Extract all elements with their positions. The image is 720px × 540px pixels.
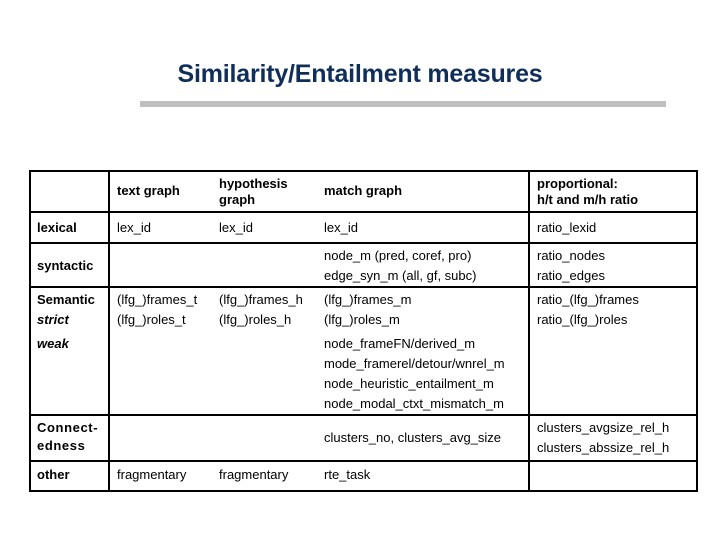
row-label-other: other bbox=[37, 467, 70, 482]
cell-semantic-text-graph-2: (lfg_)roles_t bbox=[117, 312, 186, 327]
cell-semantic-hypothesis-graph-1: (lfg_)frames_h bbox=[219, 292, 303, 307]
header-text-graph: text graph bbox=[117, 183, 180, 198]
row-divider bbox=[29, 242, 698, 244]
cell-semantic-match-graph-strict-1: (lfg_)frames_m bbox=[324, 292, 412, 307]
cell-syntactic-match-graph-2: edge_syn_m (all, gf, subc) bbox=[324, 268, 477, 283]
cell-semantic-proportional-1: ratio_(lfg_)frames bbox=[537, 292, 639, 307]
row-label-syntactic: syntactic bbox=[37, 258, 94, 273]
cell-other-match-graph: rte_task bbox=[324, 467, 371, 482]
header-hypothesis-graph-line2: graph bbox=[219, 192, 256, 207]
header-match-graph: match graph bbox=[324, 183, 403, 198]
cell-lexical-proportional: ratio_lexid bbox=[537, 220, 597, 235]
cell-lexical-hypothesis-graph: lex_id bbox=[219, 220, 253, 235]
column-divider bbox=[528, 170, 530, 492]
row-label-connectedness-2: edness bbox=[37, 438, 86, 453]
row-label-semantic: Semantic bbox=[37, 292, 95, 307]
row-divider bbox=[29, 211, 698, 213]
cell-semantic-match-graph-strict-2: (lfg_)roles_m bbox=[324, 312, 400, 327]
row-label-lexical: lexical bbox=[37, 220, 77, 235]
row-sublabel-weak: weak bbox=[37, 336, 69, 351]
cell-semantic-match-graph-weak-2: mode_framerel/detour/wnrel_m bbox=[324, 356, 505, 371]
row-divider bbox=[29, 414, 698, 416]
cell-semantic-hypothesis-graph-2: (lfg_)roles_h bbox=[219, 312, 292, 327]
cell-semantic-proportional-2: ratio_(lfg_)roles bbox=[537, 312, 628, 327]
cell-connectedness-proportional-1: clusters_avgsize_rel_h bbox=[537, 420, 670, 435]
row-divider bbox=[29, 460, 698, 462]
cell-syntactic-match-graph-1: node_m (pred, coref, pro) bbox=[324, 248, 472, 263]
cell-semantic-match-graph-weak-4: node_modal_ctxt_mismatch_m bbox=[324, 396, 504, 411]
cell-syntactic-proportional-1: ratio_nodes bbox=[537, 248, 605, 263]
cell-semantic-match-graph-weak-1: node_frameFN/derived_m bbox=[324, 336, 476, 351]
cell-semantic-text-graph-1: (lfg_)frames_t bbox=[117, 292, 198, 307]
cell-lexical-text-graph: lex_id bbox=[117, 220, 151, 235]
cell-connectedness-proportional-2: clusters_abssize_rel_h bbox=[537, 440, 670, 455]
column-divider bbox=[108, 170, 110, 492]
header-proportional-line1: proportional: bbox=[537, 176, 618, 191]
cell-other-hypothesis-graph: fragmentary bbox=[219, 467, 289, 482]
row-divider bbox=[29, 286, 698, 288]
slide-title: Similarity/Entailment measures bbox=[177, 60, 543, 88]
cell-connectedness-match-graph: clusters_no, clusters_avg_size bbox=[324, 430, 502, 445]
cell-lexical-match-graph: lex_id bbox=[324, 220, 358, 235]
cell-syntactic-proportional-2: ratio_edges bbox=[537, 268, 605, 283]
title-underline bbox=[140, 101, 666, 107]
row-sublabel-strict: strict bbox=[37, 312, 69, 327]
header-hypothesis-graph-line1: hypothesis bbox=[219, 176, 288, 191]
cell-other-text-graph: fragmentary bbox=[117, 467, 187, 482]
cell-semantic-match-graph-weak-3: node_heuristic_entailment_m bbox=[324, 376, 494, 391]
header-proportional-line2: h/t and m/h ratio bbox=[537, 192, 639, 207]
